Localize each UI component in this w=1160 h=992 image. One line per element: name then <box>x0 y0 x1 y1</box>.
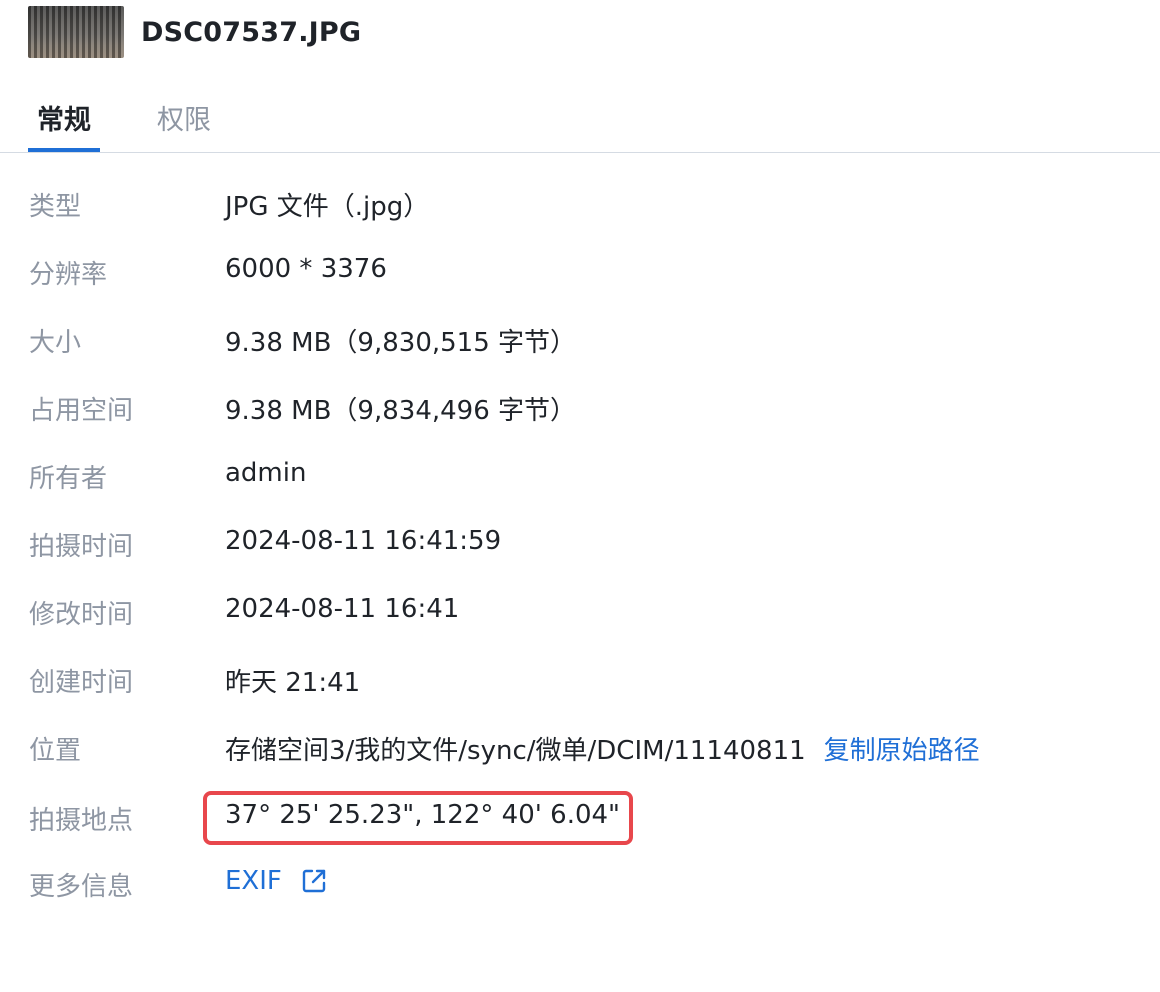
property-value: admin <box>225 458 307 488</box>
property-value: 9.38 MB（9,834,496 字节） <box>225 396 577 426</box>
tab-general[interactable]: 常规 <box>37 98 91 137</box>
property-label: 更多信息 <box>29 872 134 902</box>
property-value: 昨天 21:41 <box>225 668 361 698</box>
property-row-modified-time: 修改时间 2024-08-11 16:41 <box>0 576 1160 644</box>
property-row-resolution: 分辨率 6000 * 3376 <box>0 236 1160 304</box>
property-label: 位置 <box>29 736 82 766</box>
image-thumbnail <box>28 6 124 58</box>
property-row-more-info: 更多信息 EXIF <box>0 848 1160 916</box>
property-value: 6000 * 3376 <box>225 254 387 284</box>
property-row-type: 类型 JPG 文件（.jpg） <box>0 168 1160 236</box>
property-value: 2024-08-11 16:41 <box>225 594 460 624</box>
property-row-size: 大小 9.38 MB（9,830,515 字节） <box>0 304 1160 372</box>
property-row-location: 位置 存储空间3/我的文件/sync/微单/DCIM/11140811 复制原始路… <box>0 712 1160 780</box>
property-label: 创建时间 <box>29 668 134 698</box>
property-value: 9.38 MB（9,830,515 字节） <box>225 328 577 358</box>
property-row-disk-usage: 占用空间 9.38 MB（9,834,496 字节） <box>0 372 1160 440</box>
property-row-created-time: 创建时间 昨天 21:41 <box>0 644 1160 712</box>
property-label: 所有者 <box>29 464 108 494</box>
property-label: 分辨率 <box>29 260 108 290</box>
copy-original-path-link[interactable]: 复制原始路径 <box>824 736 980 766</box>
file-name: DSC07537.JPG <box>141 16 362 48</box>
active-tab-indicator <box>28 148 100 152</box>
exif-link-wrapper[interactable]: EXIF <box>225 866 328 896</box>
property-row-owner: 所有者 admin <box>0 440 1160 508</box>
gps-highlight-box <box>203 791 633 845</box>
property-row-capture-time: 拍摄时间 2024-08-11 16:41:59 <box>0 508 1160 576</box>
property-label: 拍摄时间 <box>29 532 134 562</box>
tab-bar: 常规 权限 <box>0 88 1160 153</box>
property-label: 大小 <box>29 328 82 358</box>
property-label: 占用空间 <box>29 396 134 426</box>
property-value: JPG 文件（.jpg） <box>225 192 430 222</box>
property-label: 修改时间 <box>29 600 134 630</box>
tab-permissions[interactable]: 权限 <box>157 98 211 137</box>
file-header: DSC07537.JPG <box>28 6 361 58</box>
exif-link[interactable]: EXIF <box>225 866 282 896</box>
external-link-icon[interactable] <box>300 867 328 895</box>
property-label: 拍摄地点 <box>29 806 134 836</box>
property-value: 存储空间3/我的文件/sync/微单/DCIM/11140811 复制原始路径 <box>225 730 980 767</box>
file-path: 存储空间3/我的文件/sync/微单/DCIM/11140811 <box>225 736 806 766</box>
property-label: 类型 <box>29 192 82 222</box>
property-value: 2024-08-11 16:41:59 <box>225 526 502 556</box>
